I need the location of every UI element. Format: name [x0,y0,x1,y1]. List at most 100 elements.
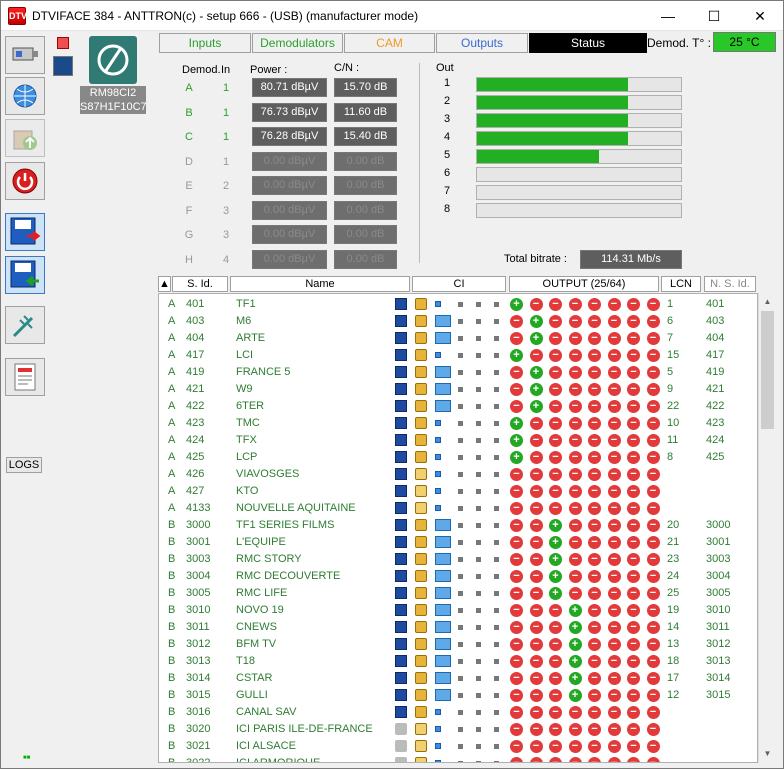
maximize-button[interactable]: ☐ [691,1,737,31]
output-minus-icon[interactable]: − [607,536,621,549]
output-minus-icon[interactable]: − [510,383,523,396]
output-minus-icon[interactable]: − [588,400,601,413]
output-minus-icon[interactable]: − [607,689,621,702]
output-minus-icon[interactable]: − [646,621,660,634]
lcn-column-header[interactable]: LCN [661,276,701,292]
output-minus-icon[interactable]: − [607,519,621,532]
output-minus-icon[interactable]: − [627,468,640,481]
output-minus-icon[interactable]: − [568,519,582,532]
output-minus-icon[interactable]: − [510,519,523,532]
table-row[interactable]: A 419 FRANCE 5− + − − − − − −5 419 [159,364,757,381]
output-minus-icon[interactable]: − [568,587,582,600]
output-minus-icon[interactable]: − [646,468,660,481]
output-minus-icon[interactable]: − [588,587,601,600]
output-minus-icon[interactable]: − [607,349,621,362]
output-minus-icon[interactable]: − [529,485,543,498]
device-select-button[interactable] [53,56,73,76]
output-plus-icon[interactable]: + [510,451,523,464]
output-minus-icon[interactable]: − [607,757,621,762]
output-minus-icon[interactable]: − [588,689,601,702]
output-minus-icon[interactable]: − [549,315,562,328]
output-minus-icon[interactable]: − [627,553,640,566]
output-minus-icon[interactable]: − [627,434,640,447]
output-minus-icon[interactable]: − [510,536,523,549]
output-minus-icon[interactable]: − [549,485,562,498]
output-minus-icon[interactable]: − [549,604,562,617]
output-minus-icon[interactable]: − [568,570,582,583]
output-minus-icon[interactable]: − [627,366,640,379]
output-plus-icon[interactable]: + [529,315,543,328]
antenna-scan-button[interactable] [5,306,45,344]
output-minus-icon[interactable]: − [568,417,582,430]
output-minus-icon[interactable]: − [568,383,582,396]
output-minus-icon[interactable]: − [646,366,660,379]
output-minus-icon[interactable]: − [607,502,621,515]
output-minus-icon[interactable]: − [529,723,543,736]
output-minus-icon[interactable]: − [568,485,582,498]
output-minus-icon[interactable]: − [510,604,523,617]
table-row[interactable]: B 3013 T18− − − + − − − −18 3013 [159,653,757,670]
report-button[interactable] [5,358,45,396]
output-minus-icon[interactable]: − [549,672,562,685]
output-minus-icon[interactable]: − [588,604,601,617]
vertical-scrollbar[interactable]: ▲ ▼ [758,293,775,763]
output-minus-icon[interactable]: − [568,434,582,447]
output-minus-icon[interactable]: − [646,706,660,719]
output-minus-icon[interactable]: − [627,451,640,464]
output-minus-icon[interactable]: − [529,638,543,651]
output-plus-icon[interactable]: + [529,400,543,413]
table-row[interactable]: B 3021 ICI ALSACE − − − − − − − − [159,738,757,755]
output-minus-icon[interactable]: − [529,587,543,600]
output-minus-icon[interactable]: − [646,349,660,362]
output-minus-icon[interactable]: − [529,570,543,583]
output-minus-icon[interactable]: − [627,519,640,532]
output-minus-icon[interactable]: − [529,706,543,719]
output-minus-icon[interactable]: − [529,417,543,430]
output-minus-icon[interactable]: − [607,740,621,753]
name-column-header[interactable]: Name [230,276,410,292]
scroll-up-icon[interactable]: ▲ [759,293,776,310]
output-minus-icon[interactable]: − [549,706,562,719]
output-minus-icon[interactable]: − [529,655,543,668]
output-minus-icon[interactable]: − [588,417,601,430]
output-minus-icon[interactable]: − [568,553,582,566]
output-minus-icon[interactable]: − [646,502,660,515]
output-minus-icon[interactable]: − [529,519,543,532]
sid-column-header[interactable]: S. Id. [172,276,228,292]
table-row[interactable]: B 3003 RMC STORY − − + − − − − −23 3003 [159,551,757,568]
output-minus-icon[interactable]: − [588,536,601,549]
output-minus-icon[interactable]: − [607,468,621,481]
table-row[interactable]: B 3001 L'EQUIPE − − + − − − − −21 3001 [159,534,757,551]
logs-button[interactable]: LOGS [6,457,42,473]
output-minus-icon[interactable]: − [588,383,601,396]
scroll-down-icon[interactable]: ▼ [759,745,776,762]
usb-connect-button[interactable] [5,36,45,74]
output-minus-icon[interactable]: − [568,315,582,328]
network-button[interactable] [5,77,45,115]
tab-inputs[interactable]: Inputs [159,33,251,53]
output-minus-icon[interactable]: − [510,553,523,566]
output-minus-icon[interactable]: − [607,638,621,651]
output-minus-icon[interactable]: − [646,519,660,532]
table-row[interactable]: A 417 LCI + − − − − − − −15 417 [159,347,757,364]
output-minus-icon[interactable]: − [549,451,562,464]
output-minus-icon[interactable]: − [646,298,660,311]
output-minus-icon[interactable]: − [607,400,621,413]
output-plus-icon[interactable]: + [510,298,523,311]
output-minus-icon[interactable]: − [627,740,640,753]
table-row[interactable]: A 425 LCP + − − − − − − −8 425 [159,449,757,466]
output-minus-icon[interactable]: − [568,723,582,736]
output-minus-icon[interactable]: − [510,638,523,651]
output-plus-icon[interactable]: + [568,672,582,685]
output-minus-icon[interactable]: − [529,672,543,685]
output-minus-icon[interactable]: − [607,621,621,634]
nsid-column-header[interactable]: N. S. Id. [704,276,756,292]
output-minus-icon[interactable]: − [510,655,523,668]
output-minus-icon[interactable]: − [646,723,660,736]
output-minus-icon[interactable]: − [607,417,621,430]
output-minus-icon[interactable]: − [627,638,640,651]
output-plus-icon[interactable]: + [568,604,582,617]
output-minus-icon[interactable]: − [588,519,601,532]
output-minus-icon[interactable]: − [627,315,640,328]
output-minus-icon[interactable]: − [529,468,543,481]
